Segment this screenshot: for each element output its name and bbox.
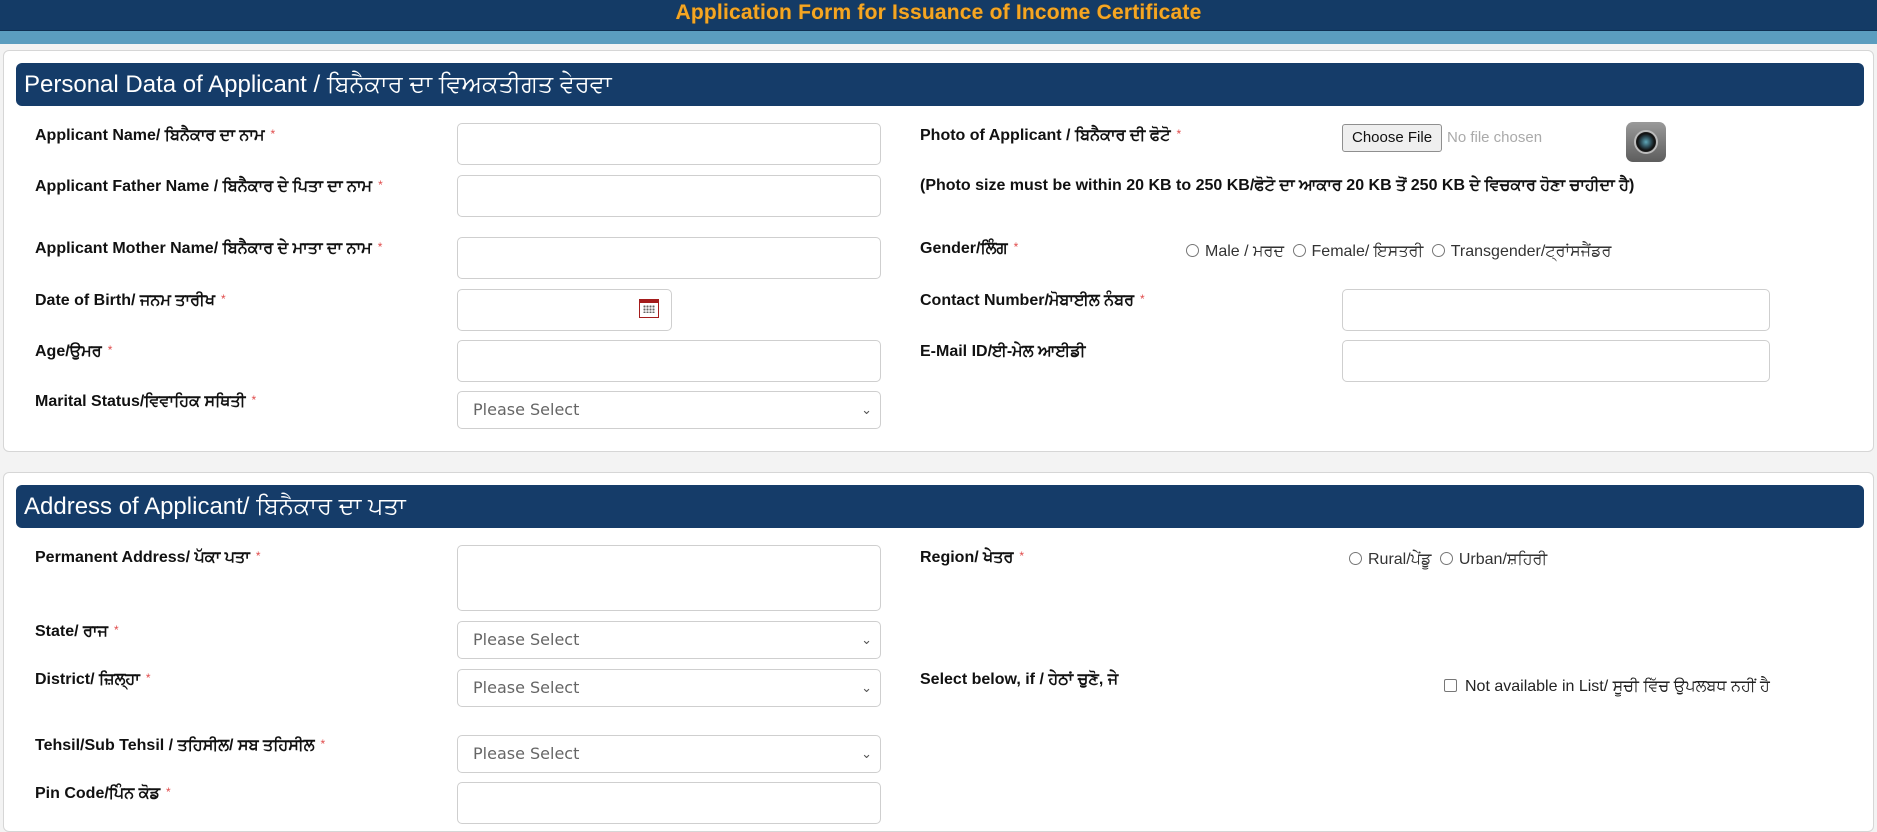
- father-name-label: Applicant Father Name / ਬਿਨੈਕਾਰ ਦੇ ਪਿਤਾ …: [35, 178, 383, 195]
- tehsil-label: Tehsil/Sub Tehsil / ਤਹਿਸੀਲ/ ਸਬ ਤਹਿਸੀਲ *: [35, 737, 326, 754]
- radio-male[interactable]: [1186, 244, 1199, 257]
- mother-name-input[interactable]: [457, 237, 881, 279]
- region-options: Rural/ਪੇਂਡੂ Urban/ਸ਼ਹਿਰੀ: [1349, 551, 1547, 569]
- district-label: District/ ਜ਼ਿਲ੍ਹਾ *: [35, 671, 151, 688]
- not-in-list-option[interactable]: Not available in List/ ਸੂਚੀ ਵਿੱਚ ਉਪਲਬਧ ਨ…: [1444, 674, 1774, 699]
- not-in-list-checkbox[interactable]: [1444, 679, 1457, 692]
- age-input[interactable]: [457, 340, 881, 382]
- calendar-icon[interactable]: [639, 299, 659, 318]
- title-band: Application Form for Issuance of Income …: [0, 0, 1877, 44]
- gender-male-option[interactable]: Male / ਮਰਦ: [1186, 243, 1284, 260]
- photo-label: Photo of Applicant / ਬਿਨੈਕਾਰ ਦੀ ਫੋਟੋ *: [920, 127, 1182, 144]
- choose-file-button[interactable]: Choose File: [1342, 124, 1443, 152]
- permanent-address-label: Permanent Address/ ਪੱਕਾ ਪਤਾ *: [35, 549, 261, 566]
- chevron-down-icon: ⌄: [861, 747, 872, 762]
- file-status: No file chosen: [1447, 129, 1543, 146]
- tehsil-select[interactable]: Please Select ⌄: [457, 735, 881, 773]
- photo-size-note: (Photo size must be within 20 KB to 250 …: [920, 177, 1635, 194]
- marital-status-label: Marital Status/ਵਿਵਾਹਿਕ ਸਥਿਤੀ *: [35, 393, 257, 410]
- radio-female[interactable]: [1292, 244, 1306, 257]
- state-value: Please Select: [473, 630, 580, 649]
- personal-data-heading: Personal Data of Applicant / ਬਿਨੈਕਾਰ ਦਾ …: [16, 63, 1864, 106]
- chevron-down-icon: ⌄: [861, 633, 872, 648]
- marital-status-select[interactable]: Please Select ⌄: [457, 391, 881, 429]
- address-panel: Address of Applicant/ ਬਿਨੈਕਾਰ ਦਾ ਪਤਾ Per…: [3, 472, 1874, 832]
- father-name-input[interactable]: [457, 175, 881, 217]
- marital-status-value: Please Select: [473, 400, 580, 419]
- dob-label: Date of Birth/ ਜਨਮ ਤਾਰੀਖ *: [35, 292, 226, 309]
- email-input[interactable]: [1342, 340, 1770, 382]
- select-below-label: Select below, if / ਹੇਠਾਂ ਚੁਣੋ, ਜੇ: [920, 671, 1119, 688]
- state-select[interactable]: Please Select ⌄: [457, 621, 881, 659]
- region-urban-option[interactable]: Urban/ਸ਼ਹਿਰੀ: [1439, 551, 1547, 568]
- chevron-down-icon: ⌄: [861, 403, 872, 418]
- applicant-name-input[interactable]: [457, 123, 881, 165]
- permanent-address-input[interactable]: [457, 545, 881, 611]
- gender-transgender-option[interactable]: Transgender/ਟ੍ਰਾਂਸਜੈਂਡਰ: [1431, 243, 1611, 260]
- radio-rural[interactable]: [1349, 552, 1362, 565]
- personal-data-panel: Personal Data of Applicant / ਬਿਨੈਕਾਰ ਦਾ …: [3, 50, 1874, 452]
- camera-icon[interactable]: [1626, 122, 1666, 162]
- gender-options: Male / ਮਰਦ Female/ ਇਸਤਰੀ Transgender/ਟ੍ਰ…: [1186, 243, 1611, 261]
- radio-transgender[interactable]: [1431, 244, 1445, 257]
- state-label: State/ ਰਾਜ *: [35, 623, 119, 640]
- tehsil-value: Please Select: [473, 744, 580, 763]
- address-heading: Address of Applicant/ ਬਿਨੈਕਾਰ ਦਾ ਪਤਾ: [16, 485, 1864, 528]
- chevron-down-icon: ⌄: [861, 681, 872, 696]
- region-label: Region/ ਖੇਤਰ *: [920, 549, 1025, 566]
- contact-input[interactable]: [1342, 289, 1770, 331]
- pincode-label: Pin Code/ਪਿੰਨ ਕੋਡ *: [35, 785, 171, 802]
- contact-label: Contact Number/ਮੋਬਾਈਲ ਨੰਬਰ *: [920, 292, 1145, 309]
- age-label: Age/ਉਮਰ *: [35, 343, 113, 360]
- page-title: Application Form for Issuance of Income …: [675, 1, 1202, 24]
- region-rural-option[interactable]: Rural/ਪੇਂਡੂ: [1349, 551, 1431, 568]
- radio-urban[interactable]: [1439, 552, 1453, 565]
- gender-female-option[interactable]: Female/ ਇਸਤਰੀ: [1292, 243, 1423, 260]
- pincode-input[interactable]: [457, 782, 881, 824]
- district-select[interactable]: Please Select ⌄: [457, 669, 881, 707]
- title-bar: Application Form for Issuance of Income …: [0, 0, 1877, 31]
- mother-name-label: Applicant Mother Name/ ਬਿਨੈਕਾਰ ਦੇ ਮਾਤਾ ਦ…: [35, 240, 383, 257]
- applicant-name-label: Applicant Name/ ਬਿਨੈਕਾਰ ਦਾ ਨਾਮ *: [35, 127, 276, 144]
- district-value: Please Select: [473, 678, 580, 697]
- email-label: E-Mail ID/ਈ-ਮੇਲ ਆਈਡੀ: [920, 343, 1086, 360]
- gender-label: Gender/ਲਿੰਗ *: [920, 240, 1019, 257]
